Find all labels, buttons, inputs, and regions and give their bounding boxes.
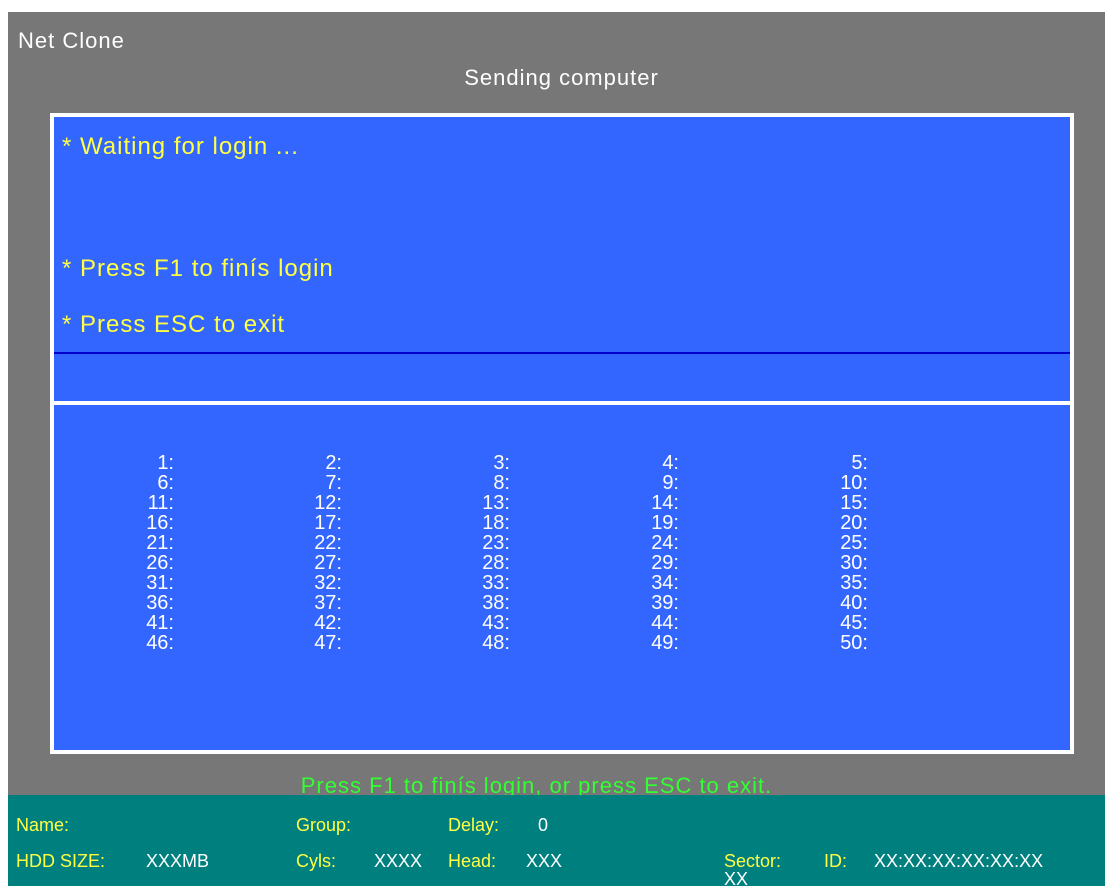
slot-label: 3: [493,452,510,474]
slot-label: 11: [147,492,174,514]
cyls-value: XXXX [374,851,423,871]
slot-label: 35: [840,572,868,594]
slot-label: 4: [662,452,679,474]
slot-label: 22: [314,532,342,554]
hdd-size-value: XXXMB [146,851,210,871]
delay-value: 0 [538,815,549,835]
id-value: XX:XX:XX:XX:XX:XX [874,851,1044,871]
slot-label: 1: [157,452,174,474]
screen-subtitle: Sending computer [464,65,659,90]
f1-instruction: * Press F1 to finís login [62,255,334,282]
slot-label: 34: [651,572,679,594]
slot-label: 31: [146,572,174,594]
slot-label: 24: [651,532,679,554]
slot-label: 49: [651,632,679,654]
app-title: Net Clone [18,28,125,53]
slot-label: 15: [840,492,868,514]
slot-label: 2: [325,452,342,474]
hdd-size-label: HDD SIZE: [16,851,106,871]
slot-label: 8: [493,472,510,494]
slot-label: 25: [840,532,868,554]
slot-label: 41: [146,612,174,634]
slot-label: 39: [651,592,679,614]
delay-label: Delay: [448,815,500,835]
slot-column-5: 5: 10: 15: 20: 25: 30: 35: 40: 45: 50: [788,453,868,653]
head-label: Head: [448,851,497,871]
slot-label: 10: [840,472,868,494]
slot-label: 46: [146,632,174,654]
waiting-message: * Waiting for login ... [62,133,299,160]
slot-label: 28: [482,552,510,574]
slot-label: 7: [325,472,342,494]
slot-label: 30: [840,552,868,574]
slot-label: 42: [314,612,342,634]
app-screen: Net Clone Sending computer * Waiting for… [8,12,1105,886]
slot-label: 20: [840,512,868,534]
head-value: XXX [526,851,563,871]
slot-label: 12: [314,492,342,514]
sector-label: Sector: [724,851,782,871]
slot-label: 29: [651,552,679,574]
slot-label: 17: [314,512,342,534]
slot-label: 32: [314,572,342,594]
slot-label: 38: [482,592,510,614]
slot-label: 33: [482,572,510,594]
slot-label: 16: [146,512,174,534]
name-label: Name: [16,815,70,835]
slot-column-3: 3: 8: 13: 18: 23: 28: 33: 38: 43: 48: [430,453,510,653]
panel-divider [54,352,1070,354]
slot-label: 27: [314,552,342,574]
slot-label: 40: [840,592,868,614]
id-label: ID: [824,851,848,871]
group-label: Group: [296,815,352,835]
message-panel: * Waiting for login ... * Press F1 to fi… [50,113,1074,405]
slot-label: 23: [482,532,510,554]
slot-label: 19: [651,512,679,534]
slot-label: 9: [662,472,679,494]
machine-info-bar: Name: Group: Delay: 0 HDD SIZE: XXXMB Cy… [8,795,1105,889]
slot-label: 50: [840,632,868,654]
slot-label: 43: [482,612,510,634]
slot-label: 45: [840,612,868,634]
slot-column-4: 4: 9: 14: 19: 24: 29: 34: 39: 44: 49: [599,453,679,653]
cyls-label: Cyls: [296,851,336,871]
slot-label: 5: [851,452,868,474]
slot-label: 18: [482,512,510,534]
slot-label: 26: [146,552,174,574]
esc-instruction: * Press ESC to exit [62,311,286,338]
slot-label: 47: [314,632,342,654]
slot-label: 13: [482,492,510,514]
sector-value: XX [724,869,749,889]
slot-label: 44: [651,612,679,634]
slot-label: 6: [157,472,174,494]
client-slot-grid: 1: 6: 11: 16: 21: 26: 31: 36: 41: 46: 2:… [50,401,1074,754]
slot-label: 14: [651,492,679,514]
slot-label: 21: [146,532,174,554]
slot-label: 48: [482,632,510,654]
slot-column-2: 2: 7: 12: 17: 22: 27: 32: 37: 42: 47: [262,453,342,653]
slot-column-1: 1: 6: 11: 16: 21: 26: 31: 36: 41: 46: [94,453,174,653]
slot-label: 36: [146,592,174,614]
slot-label: 37: [314,592,342,614]
